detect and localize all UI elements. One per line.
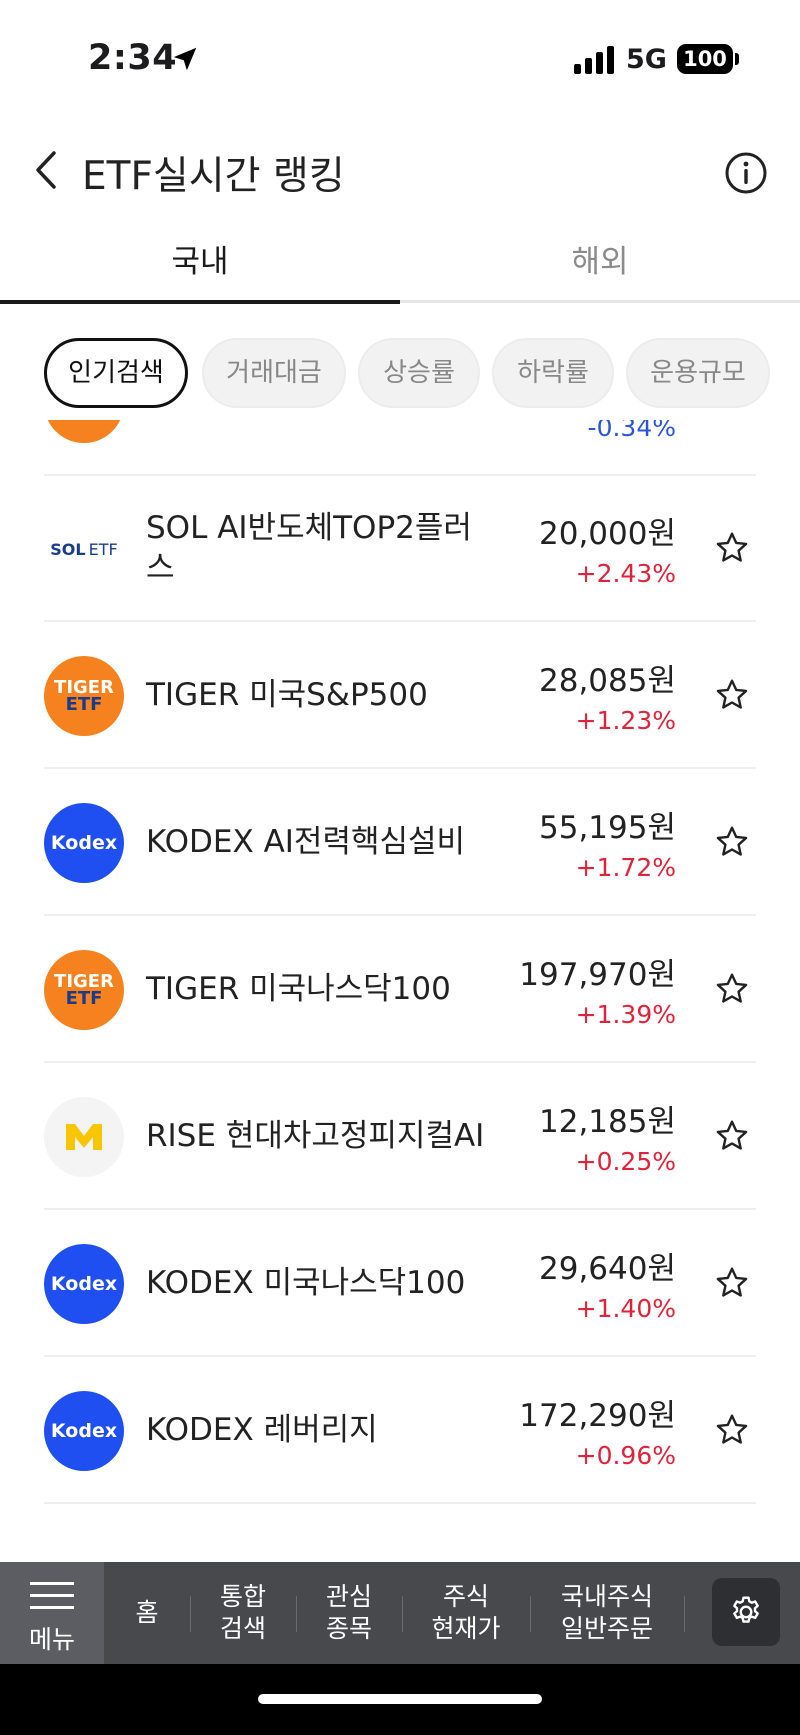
logo-text: ETF (65, 988, 103, 1009)
logo-text: ETF (65, 694, 103, 715)
status-time: 2:34 (88, 38, 178, 78)
change-rate: +2.43% (575, 559, 676, 588)
chip-gain-rate[interactable]: 상승률 (358, 338, 480, 408)
tab-overseas[interactable]: 해외 (400, 225, 800, 303)
logo-text: Kodex (50, 1420, 118, 1442)
nav-domestic-order[interactable]: 국내주식 일반주문 (530, 1562, 684, 1664)
etf-logo: TIGER ETF (44, 950, 124, 1030)
etf-logo: Kodex (44, 1244, 124, 1324)
list-item[interactable]: Kodex KODEX 미국나스닥100 29,640원 +1.40% (44, 1211, 756, 1357)
status-bar: 2:34 5G 100 (0, 0, 800, 110)
signal-icon (574, 46, 614, 74)
change-rate: +1.40% (575, 1294, 676, 1323)
filter-chips: 인기검색 거래대금 상승률 하락률 운용규모 (44, 338, 800, 410)
etf-name: KODEX 레버리지 (146, 1412, 378, 1448)
star-outline-icon[interactable] (714, 824, 750, 860)
rise-logo-icon (66, 1124, 102, 1150)
settings-button[interactable] (712, 1578, 780, 1646)
change-rate: +1.23% (575, 706, 676, 735)
star-outline-icon[interactable] (714, 1265, 750, 1301)
etf-logo: Kodex (44, 803, 124, 883)
hamburger-icon (30, 1582, 74, 1609)
chip-loss-rate[interactable]: 하락률 (492, 338, 614, 408)
star-outline-icon[interactable] (714, 530, 750, 566)
menu-label: 메뉴 (28, 1625, 75, 1654)
nav-stock-price[interactable]: 주식 현재가 (402, 1562, 530, 1664)
star-outline-icon[interactable] (714, 1118, 750, 1154)
home-indicator-area (0, 1664, 800, 1735)
chip-trading-value[interactable]: 거래대금 (202, 338, 346, 408)
change-rate: -0.34% (587, 420, 676, 442)
list-item[interactable]: RISE 현대차고정피지컬AI 12,185원 +0.25% (44, 1064, 756, 1210)
etf-name: RISE 현대차고정피지컬AI (146, 1118, 485, 1154)
etf-logo: TIGER ETF (44, 656, 124, 736)
nav-integrated-search[interactable]: 통합 검색 (190, 1562, 296, 1664)
list-item[interactable]: Kodex KODEX AI전력핵심설비 55,195원 +1.72% (44, 770, 756, 916)
etf-ranking-list: -0.34% SOL ETF SOL AI반도체TOP2플러스 20,000원 +… (0, 420, 800, 1562)
header: ETF실시간 랭킹 (0, 115, 800, 225)
battery-nub (735, 53, 739, 65)
etf-price: 55,195원 (539, 810, 676, 846)
etf-name: SOL AI반도체TOP2플러스 (146, 510, 472, 586)
logo-text: SOL (50, 539, 86, 559)
list-item[interactable]: TIGER ETF TIGER 미국S&P500 28,085원 +1.23% (44, 623, 756, 769)
star-outline-icon[interactable] (714, 1412, 750, 1448)
chip-popular-search[interactable]: 인기검색 (44, 338, 188, 408)
etf-price: 172,290원 (519, 1398, 676, 1434)
logo-text: Kodex (50, 832, 118, 854)
network-type: 5G (626, 44, 667, 75)
list-item[interactable]: SOL ETF SOL AI반도체TOP2플러스 20,000원 +2.43% (44, 476, 756, 622)
nav-home[interactable]: 홈 (104, 1562, 190, 1664)
list-item[interactable]: -0.34% (44, 420, 756, 476)
etf-name: TIGER 미국나스닥100 (146, 971, 451, 1007)
etf-price: 28,085원 (539, 663, 676, 699)
logo-text: Kodex (50, 1273, 118, 1295)
tab-domestic[interactable]: 국내 (0, 225, 400, 304)
home-indicator[interactable] (258, 1694, 542, 1704)
bottom-nav: 메뉴 홈 통합 검색 관심 종목 주식 현재가 국내주식 일반주문 (0, 1562, 800, 1664)
etf-logo: SOL ETF (44, 509, 124, 589)
change-rate: +0.25% (575, 1147, 676, 1176)
market-tabs: 국내 해외 (0, 225, 800, 304)
etf-price: 20,000원 (539, 516, 676, 552)
etf-logo (44, 420, 124, 443)
list-item[interactable]: Kodex KODEX 레버리지 172,290원 +0.96% (44, 1358, 756, 1504)
etf-name: TIGER 미국S&P500 (146, 677, 428, 713)
etf-name: KODEX AI전력핵심설비 (146, 824, 466, 860)
gear-icon (733, 1596, 759, 1623)
info-circle-icon[interactable] (724, 151, 768, 195)
etf-price: 29,640원 (539, 1251, 676, 1287)
etf-logo (44, 1097, 124, 1177)
star-outline-icon[interactable] (714, 677, 750, 713)
page-title: ETF실시간 랭킹 (82, 154, 345, 199)
logo-text: ETF (88, 539, 118, 559)
change-rate: +0.96% (575, 1441, 676, 1470)
battery-icon: 100 (677, 44, 733, 74)
list-item[interactable]: TIGER ETF TIGER 미국나스닥100 197,970원 +1.39% (44, 917, 756, 1063)
change-rate: +1.39% (575, 1000, 676, 1029)
star-outline-icon[interactable] (714, 971, 750, 1007)
change-rate: +1.72% (575, 853, 676, 882)
chip-aum[interactable]: 운용규모 (626, 338, 770, 408)
etf-name: KODEX 미국나스닥100 (146, 1265, 466, 1301)
location-arrow-icon (173, 47, 197, 71)
etf-logo: Kodex (44, 1391, 124, 1471)
chevron-left-icon[interactable] (26, 145, 66, 195)
menu-button[interactable]: 메뉴 (0, 1562, 104, 1664)
etf-price: 197,970원 (519, 957, 676, 993)
nav-divider (684, 1596, 685, 1632)
nav-watchlist[interactable]: 관심 종목 (296, 1562, 402, 1664)
etf-price: 12,185원 (539, 1104, 676, 1140)
